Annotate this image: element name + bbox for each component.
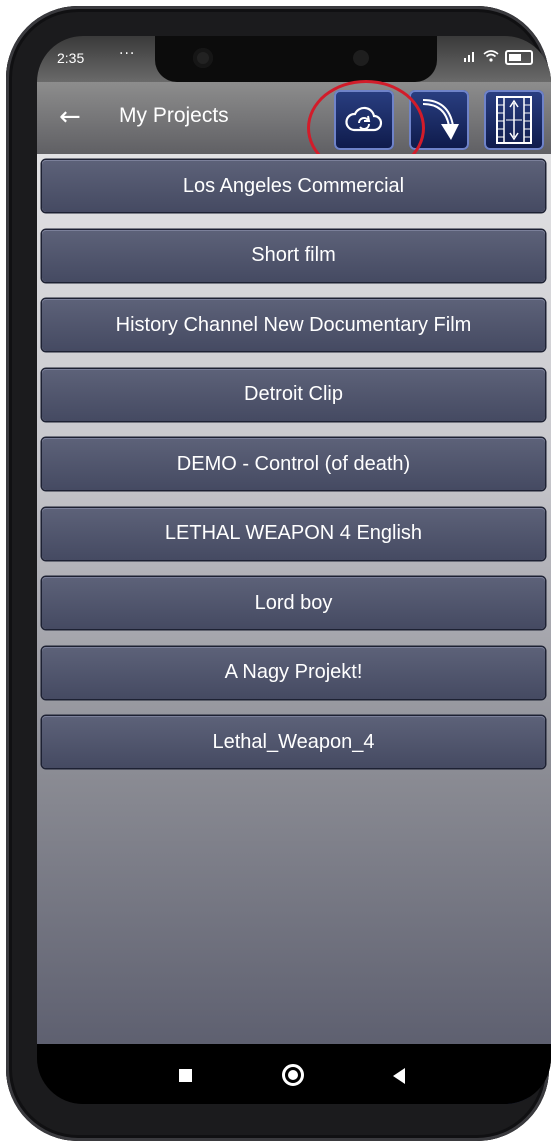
page-title: My Projects <box>119 104 229 127</box>
project-item[interactable]: Lord boy <box>42 577 545 629</box>
project-item[interactable]: Detroit Clip <box>42 368 545 421</box>
phone-frame: 2:35 ··· ← My Projects Los Angeles Comme… <box>6 6 551 1141</box>
back-arrow-icon[interactable]: ← <box>59 104 81 130</box>
phone-screen: 2:35 ··· ← My Projects Los Angeles Comme… <box>37 36 551 1104</box>
project-item[interactable]: LETHAL WEAPON 4 English <box>42 507 545 560</box>
recents-icon[interactable] <box>179 1069 192 1082</box>
camera-notch <box>155 36 437 82</box>
status-icons <box>463 50 533 65</box>
project-item[interactable]: Lethal_Weapon_4 <box>42 716 545 768</box>
project-list-area: Los Angeles Commercial Short film Histor… <box>37 154 551 1104</box>
back-triangle-icon[interactable] <box>393 1068 405 1084</box>
signal-icon <box>463 50 477 65</box>
project-item[interactable]: DEMO - Control (of death) <box>42 438 545 490</box>
project-item[interactable]: Short film <box>42 229 545 282</box>
battery-icon <box>505 50 533 65</box>
status-bar: 2:35 ··· <box>37 36 551 82</box>
project-list: Los Angeles Commercial Short film Histor… <box>42 160 545 786</box>
status-time: 2:35 <box>57 50 85 66</box>
status-dots: ··· <box>119 46 136 62</box>
front-camera-icon <box>193 48 213 68</box>
sensor-icon <box>353 50 369 66</box>
film-strip-icon <box>496 96 532 144</box>
film-strip-button[interactable] <box>484 90 544 150</box>
project-item[interactable]: History Channel New Documentary Film <box>42 299 545 351</box>
project-item[interactable]: A Nagy Projekt! <box>42 646 545 699</box>
wifi-icon <box>483 50 499 65</box>
system-nav-bar <box>37 1044 551 1104</box>
app-bar: ← My Projects <box>37 82 551 154</box>
project-item[interactable]: Los Angeles Commercial <box>42 160 545 212</box>
home-icon[interactable] <box>282 1064 304 1086</box>
